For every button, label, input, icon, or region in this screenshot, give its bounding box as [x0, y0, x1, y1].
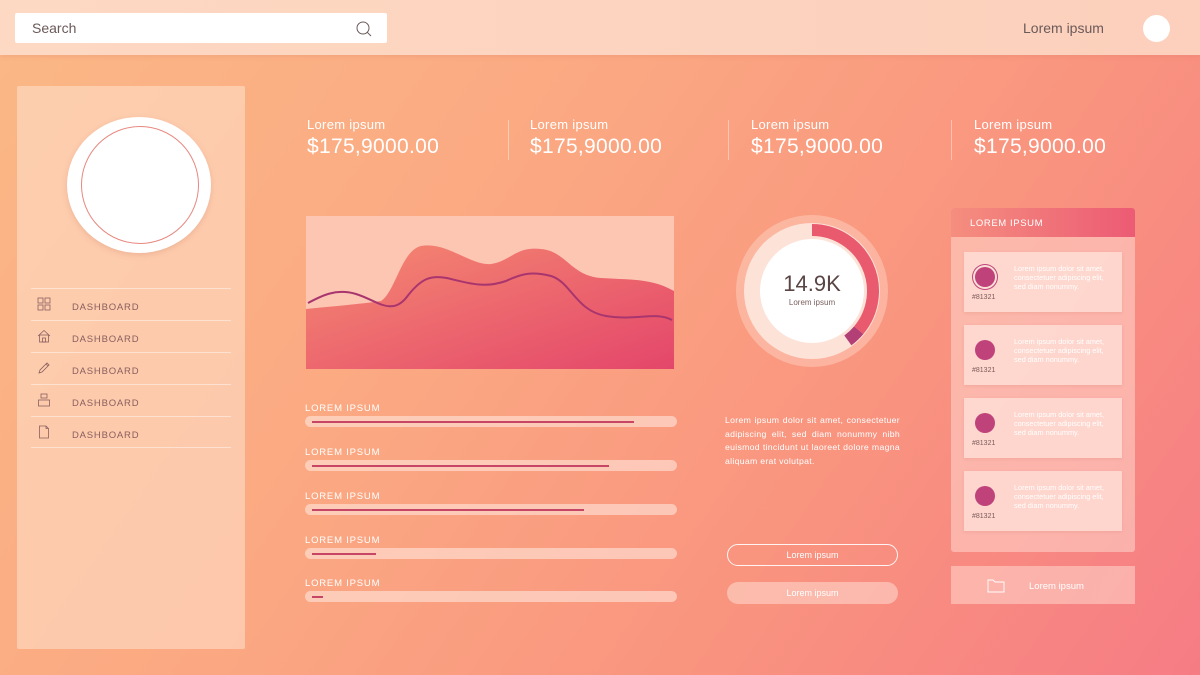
item-id: #81321 [972, 513, 996, 520]
stat-card-4: Lorem ipsum $175,9000.00 [974, 117, 1106, 162]
top-bar: Search Lorem ipsum [0, 0, 1200, 55]
progress-fill [312, 596, 323, 598]
progress-track [305, 416, 677, 427]
stat-label: Lorem ipsum [307, 117, 386, 132]
pencil-icon [38, 362, 50, 374]
sidebar-item-label: DASHBOARD [72, 398, 140, 409]
panel-header: LOREM IPSUM [951, 208, 1135, 237]
sidebar-item-dashboard-1[interactable]: DASHBOARD [31, 288, 231, 320]
stat-label: Lorem ipsum [751, 117, 830, 132]
list-item[interactable]: #81321 Lorem ipsum dolor sit amet, conse… [964, 325, 1122, 385]
item-text: Lorem ipsum dolor sit amet, consectetuer… [1014, 483, 1105, 511]
sidebar-item-label: DASHBOARD [72, 302, 140, 313]
donut-value: 14.9K [783, 271, 841, 296]
sidebar: DASHBOARD DASHBOARD DASHBOARD DASHBOARD [17, 86, 245, 649]
description-text: Lorem ipsum dolor sit amet, consectetuer… [725, 415, 900, 466]
progress-fill [312, 421, 635, 423]
donut-arc-tip [844, 326, 864, 346]
stat-card-3: Lorem ipsum $175,9000.00 [751, 117, 883, 162]
search-input[interactable]: Search [15, 13, 387, 43]
progress-track [305, 591, 677, 602]
item-text: Lorem ipsum dolor sit amet, consectetuer… [1014, 337, 1105, 365]
sidebar-nav: DASHBOARD DASHBOARD DASHBOARD DASHBOARD [31, 288, 231, 448]
sidebar-item-dashboard-4[interactable]: DASHBOARD [31, 384, 231, 416]
sidebar-item-dashboard-3[interactable]: DASHBOARD [31, 352, 231, 384]
progress-label: LOREM IPSUM [305, 447, 381, 458]
stat-label: Lorem ipsum [530, 117, 609, 132]
grid-icon [37, 297, 51, 311]
sidebar-item-dashboard-5[interactable]: DASHBOARD [31, 416, 231, 448]
progress-fill [312, 465, 610, 467]
stat-value: $175,9000.00 [974, 135, 1107, 158]
search-icon[interactable] [355, 20, 373, 38]
panel-title: LOREM IPSUM [970, 218, 1044, 229]
progress-item-2: LOREM IPSUM [305, 447, 677, 471]
primary-action-button[interactable]: Lorem ipsum [727, 544, 898, 566]
stat-card-1: Lorem ipsum $175,9000.00 [307, 117, 439, 162]
item-text: Lorem ipsum dolor sit amet, consectetuer… [1014, 264, 1105, 292]
secondary-action-button[interactable]: Lorem ipsum [727, 582, 898, 604]
progress-fill [312, 553, 377, 555]
sidebar-item-label: DASHBOARD [72, 334, 140, 345]
donut-caption: Lorem ipsum [788, 298, 836, 307]
folder-label: Lorem ipsum [1029, 581, 1084, 592]
stack-icon [38, 393, 50, 407]
item-id: #81321 [972, 294, 996, 301]
search-placeholder: Search [32, 20, 77, 36]
profile-picture[interactable] [67, 117, 211, 253]
avatar[interactable] [1143, 15, 1170, 42]
progress-label: LOREM IPSUM [305, 491, 381, 502]
folder-button[interactable]: Lorem ipsum [951, 566, 1135, 604]
item-id: #81321 [972, 367, 996, 374]
progress-fill [312, 509, 585, 511]
avatar [975, 413, 995, 433]
avatar [975, 340, 995, 360]
area-chart [306, 216, 674, 369]
progress-track [305, 504, 677, 515]
activity-panel: LOREM IPSUM #81321 Lorem ipsum dolor sit… [951, 208, 1135, 552]
sidebar-item-label: DASHBOARD [72, 430, 140, 441]
item-text: Lorem ipsum dolor sit amet, consectetuer… [1014, 410, 1105, 438]
progress-item-5: LOREM IPSUM [305, 578, 677, 602]
progress-item-4: LOREM IPSUM [305, 535, 677, 559]
stat-divider [951, 120, 952, 160]
progress-track [305, 548, 677, 559]
list-item[interactable]: #81321 Lorem ipsum dolor sit amet, conse… [964, 471, 1122, 531]
stat-value: $175,9000.00 [530, 135, 663, 158]
avatar [975, 267, 995, 287]
user-name[interactable]: Lorem ipsum [1023, 20, 1104, 36]
folder-icon [987, 579, 1005, 593]
progress-label: LOREM IPSUM [305, 578, 381, 589]
list-item[interactable]: #81321 Lorem ipsum dolor sit amet, conse… [964, 398, 1122, 458]
item-id: #81321 [972, 440, 996, 447]
progress-label: LOREM IPSUM [305, 535, 381, 546]
donut-label: 14.9K Lorem ipsum [735, 271, 889, 307]
progress-label: LOREM IPSUM [305, 403, 381, 414]
stat-label: Lorem ipsum [974, 117, 1053, 132]
progress-track [305, 460, 677, 471]
home-icon [37, 329, 51, 343]
list-item[interactable]: #81321 Lorem ipsum dolor sit amet, conse… [964, 252, 1122, 312]
stat-value: $175,9000.00 [307, 135, 440, 158]
document-icon [39, 425, 49, 439]
avatar [975, 486, 995, 506]
progress-item-1: LOREM IPSUM [305, 403, 677, 427]
stat-divider [508, 120, 509, 160]
stat-divider [728, 120, 729, 160]
area-chart-area [306, 245, 674, 369]
area-chart-graphic [306, 245, 674, 369]
profile-picture-ring [81, 126, 199, 244]
stat-value: $175,9000.00 [751, 135, 884, 158]
sidebar-item-dashboard-2[interactable]: DASHBOARD [31, 320, 231, 352]
stat-card-2: Lorem ipsum $175,9000.00 [530, 117, 662, 162]
sidebar-item-label: DASHBOARD [72, 366, 140, 377]
progress-item-3: LOREM IPSUM [305, 491, 677, 515]
